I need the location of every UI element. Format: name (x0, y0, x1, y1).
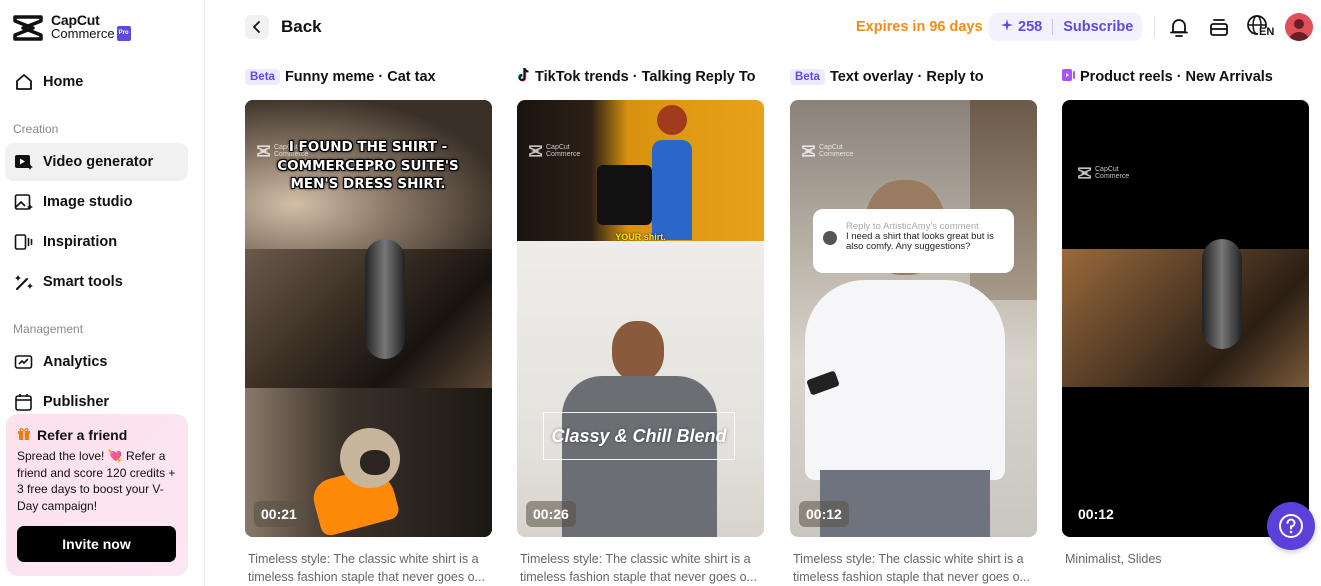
thumb-scene-middle (1062, 239, 1309, 387)
brand-logo[interactable]: CapCut Commerce Pro (13, 13, 131, 42)
duration-badge: 00:26 (526, 501, 576, 527)
sidebar-item-label: Smart tools (43, 274, 123, 290)
template-card[interactable]: Beta Funny meme · Cat tax CapCut Commerce… (245, 68, 492, 584)
bell-icon (1170, 19, 1188, 37)
beta-badge: Beta (245, 69, 280, 85)
subscribe-link[interactable]: Subscribe (1063, 19, 1133, 35)
section-label-management: Management (13, 322, 84, 336)
reply-comment-bubble: Reply to ArtisticAmy's comment I need a … (813, 209, 1014, 273)
sidebar-item-label: Inspiration (43, 234, 118, 250)
thumb-scene-bottom (517, 241, 764, 537)
header-divider (1154, 16, 1155, 38)
question-icon (1279, 514, 1303, 538)
reply-text: I need a shirt that looks great but is a… (846, 231, 994, 252)
credits-subscribe-pill[interactable]: 258 Subscribe (989, 13, 1142, 41)
watermark: CapCut Commerce (1078, 166, 1129, 180)
thumb-scene-middle (245, 239, 492, 388)
product-reels-icon (1062, 68, 1075, 86)
invite-now-button[interactable]: Invite now (17, 526, 176, 562)
image-studio-icon (14, 192, 34, 212)
chevron-left-icon (253, 21, 260, 33)
section-label-creation: Creation (13, 122, 59, 136)
tiktok-icon (517, 67, 530, 86)
sidebar-item-image-studio[interactable]: Image studio (5, 183, 188, 221)
pill-divider (1052, 19, 1054, 35)
user-avatar[interactable] (1285, 13, 1313, 41)
video-thumbnail[interactable]: CapCut Commerce 00:12 (1062, 100, 1309, 537)
beta-badge: Beta (790, 69, 825, 85)
pro-badge: Pro (116, 26, 131, 42)
thumb-scene (790, 100, 1037, 537)
inspiration-icon (14, 232, 34, 252)
video-thumbnail[interactable]: CapCut Commerce Reply to ArtisticAmy's co… (790, 100, 1037, 537)
sidebar-item-smart-tools[interactable]: Smart tools (5, 263, 188, 301)
meme-caption: I FOUND THE SHIRT - COMMERCEPRO SUITE'S … (277, 139, 459, 192)
video-thumbnail[interactable]: YOUR shirt. CapCut Commerce Classy & Chil… (517, 100, 764, 537)
sidebar-item-home[interactable]: Home (5, 63, 188, 101)
referral-body: Spread the love! 💘 Refer a friend and sc… (17, 449, 176, 513)
video-generator-icon (14, 152, 34, 172)
watermark: CapCut Commerce (529, 144, 580, 158)
brand-sub: Commerce (51, 26, 115, 41)
home-icon (14, 72, 34, 92)
sidebar-item-analytics[interactable]: Analytics (5, 343, 188, 381)
duration-badge: 00:21 (254, 501, 304, 527)
sidebar-item-inspiration[interactable]: Inspiration (5, 223, 188, 261)
card-description: Timeless style: The classic white shirt … (793, 552, 1030, 584)
sidebar-item-label: Analytics (43, 354, 108, 370)
template-card[interactable]: Product reels · New Arrivals CapCut Comme… (1062, 68, 1309, 566)
help-button[interactable] (1267, 502, 1315, 550)
back-label[interactable]: Back (281, 17, 322, 37)
gift-icon (17, 426, 31, 443)
notifications-button[interactable] (1166, 14, 1192, 40)
heart-arrow-icon: 💘 (107, 449, 123, 463)
duration-badge: 00:12 (799, 501, 849, 527)
storage-button[interactable] (1206, 14, 1232, 40)
analytics-icon (14, 352, 34, 372)
sidebar-item-label: Home (43, 74, 84, 90)
app-root: CapCut Commerce Pro Home Creation Video g… (0, 0, 1321, 586)
template-card[interactable]: Beta Text overlay · Reply to CapCut Comme… (790, 68, 1037, 584)
card-title: TikTok trends · Talking Reply To (535, 69, 756, 85)
watermark: CapCut Commerce (802, 144, 853, 158)
sparkle-icon (1001, 19, 1013, 35)
language-button[interactable]: EN (1246, 14, 1275, 40)
commenter-avatar (823, 231, 837, 245)
back-button[interactable] (245, 15, 269, 39)
overlay-title: Classy & Chill Blend (551, 425, 727, 446)
sidebar-item-video-generator[interactable]: Video generator (5, 143, 188, 181)
card-title: Text overlay · Reply to (829, 69, 984, 85)
sidebar-item-label: Image studio (43, 194, 133, 210)
card-description: Minimalist, Slides (1065, 552, 1162, 566)
template-card[interactable]: TikTok trends · Talking Reply To YOUR sh… (517, 67, 764, 584)
calendar-icon (14, 392, 34, 412)
referral-card: Refer a friend Spread the love! 💘 Refer … (6, 414, 188, 576)
duration-badge: 00:12 (1078, 506, 1114, 522)
stack-icon (1210, 19, 1228, 36)
card-description: Timeless style: The classic white shirt … (248, 552, 485, 584)
magic-wand-icon (14, 272, 34, 292)
subscription-expiry: Expires in 96 days (856, 19, 983, 35)
card-title: Funny meme · Cat tax (284, 69, 436, 85)
capcut-logo-icon (13, 15, 43, 41)
card-title: Product reels · New Arrivals (1080, 69, 1273, 85)
sidebar-item-label: Publisher (43, 394, 110, 410)
credits-count: 258 (1018, 19, 1043, 35)
thumb-scene-top (517, 100, 764, 241)
sidebar-item-label: Video generator (43, 154, 154, 170)
video-thumbnail[interactable]: CapCut Commerce I FOUND THE SHIRT - COMME… (245, 100, 492, 537)
pug-image (309, 428, 410, 537)
user-icon (1289, 19, 1309, 41)
referral-title: Refer a friend (37, 426, 128, 443)
sidebar: CapCut Commerce Pro Home Creation Video g… (0, 0, 205, 586)
overlay-title-box: Classy & Chill Blend (543, 412, 735, 460)
language-code: EN (1259, 26, 1275, 38)
card-description: Timeless style: The classic white shirt … (520, 552, 757, 584)
